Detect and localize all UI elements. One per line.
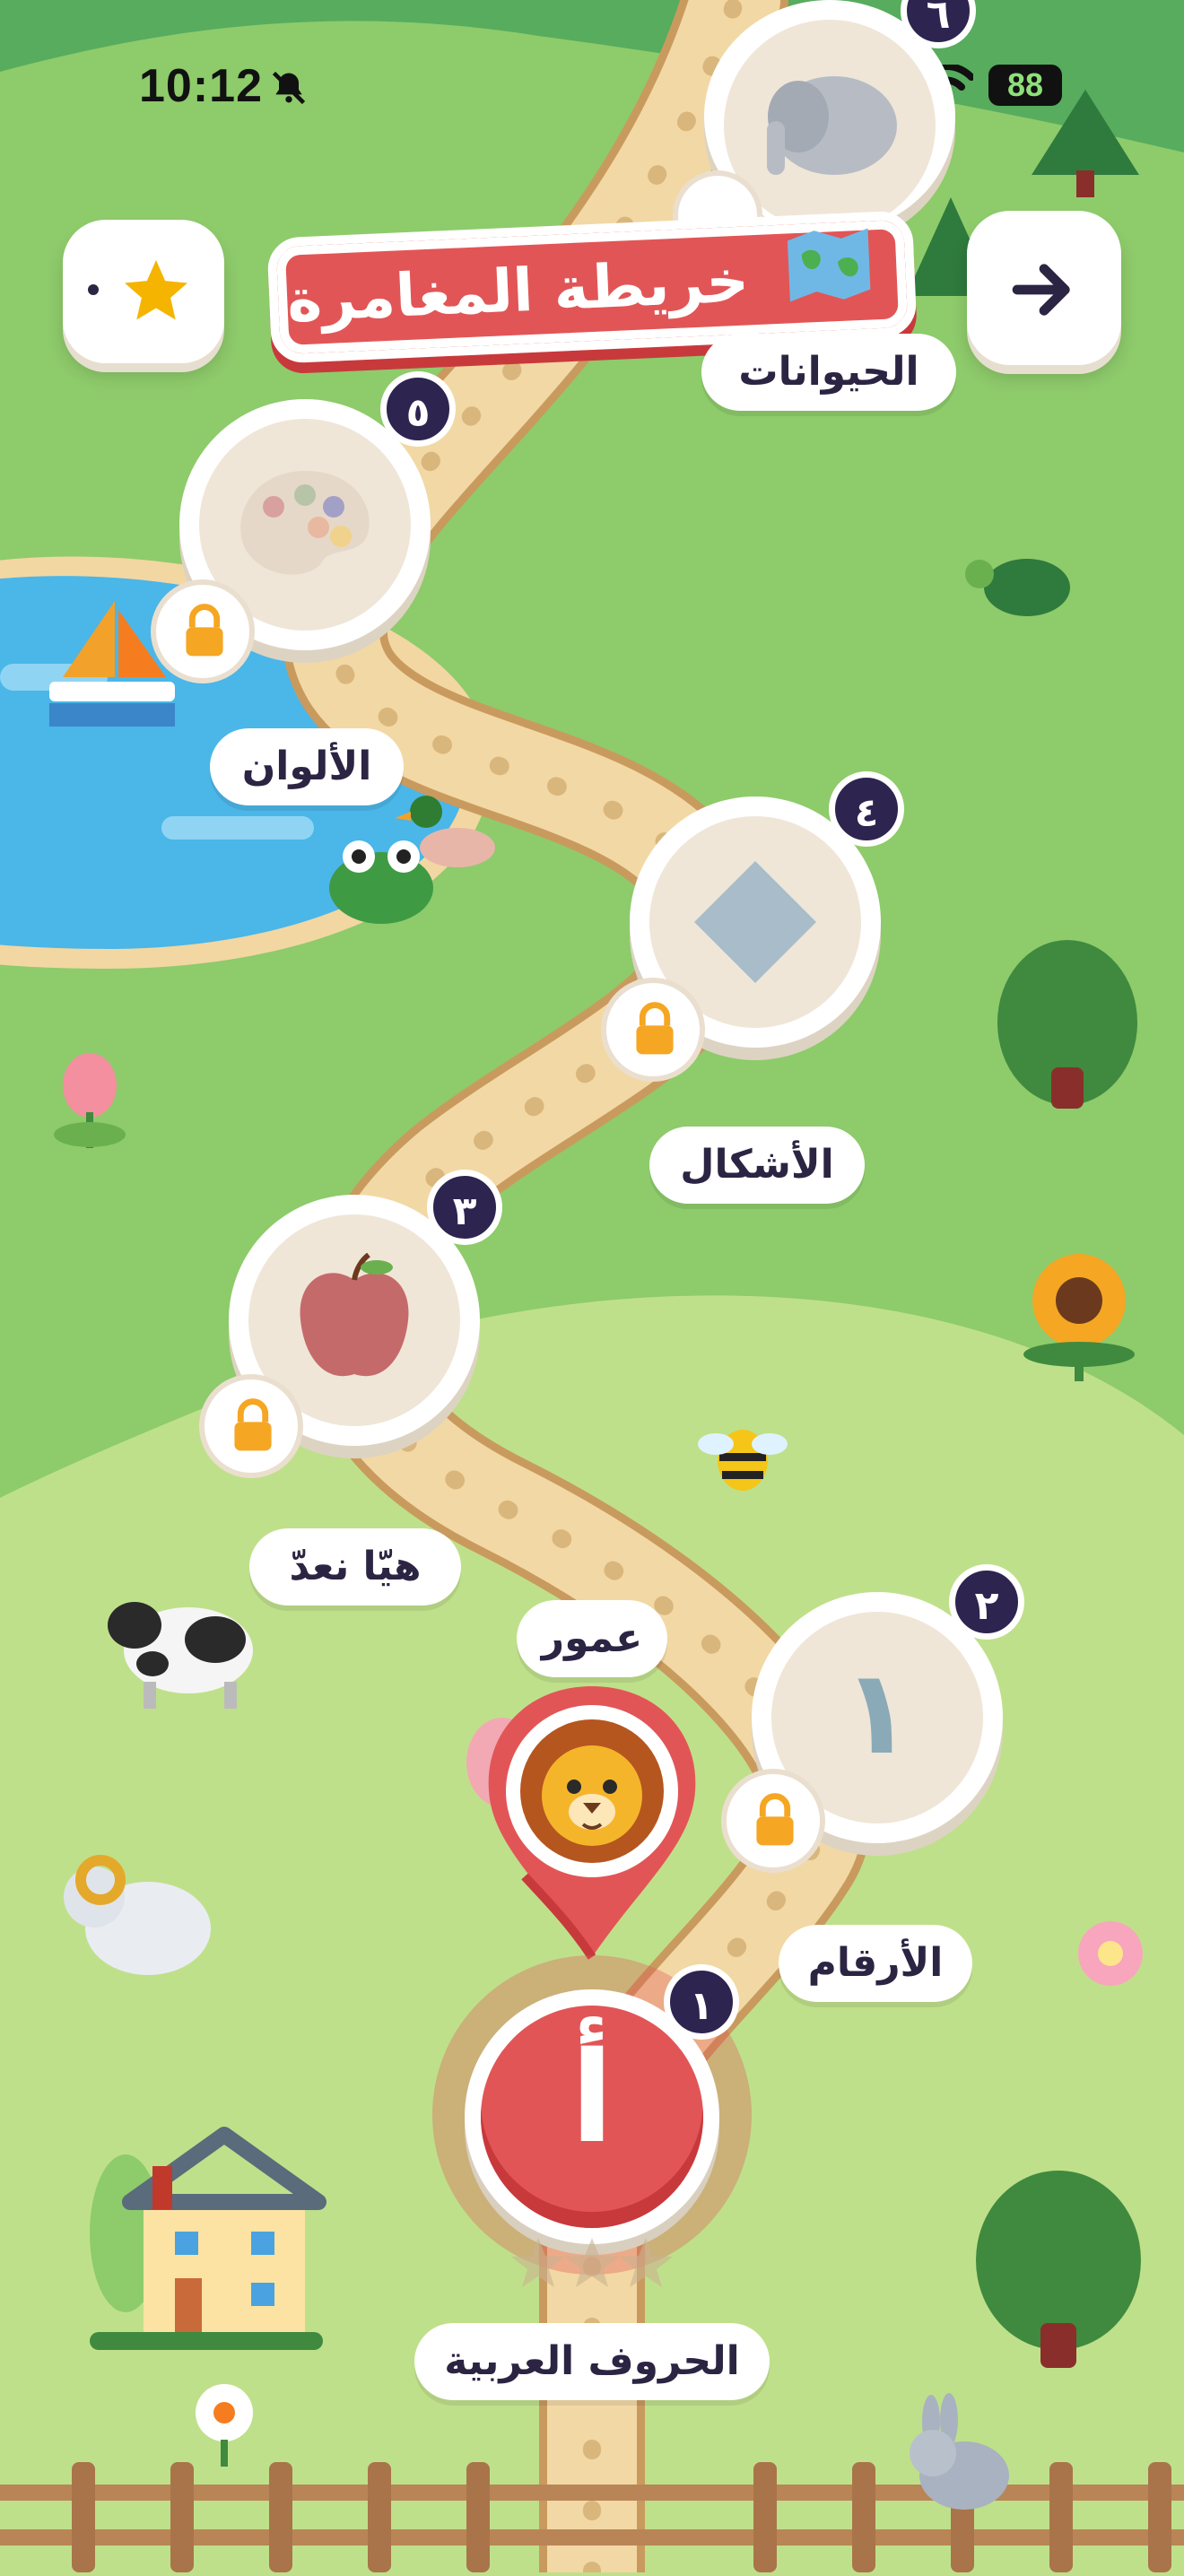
lock-icon xyxy=(234,1398,272,1451)
level-5-badge: ٥ xyxy=(380,371,456,447)
palette-icon xyxy=(240,471,370,575)
bell-slash-icon xyxy=(272,71,306,105)
level-4-lock-badge xyxy=(601,978,705,1082)
page-title: خريطة المغامرة xyxy=(285,246,751,335)
diamond-icon xyxy=(694,861,816,983)
flower-icon xyxy=(1078,1921,1143,1986)
lock-icon xyxy=(186,604,223,657)
apple-icon xyxy=(300,1253,409,1377)
lock-icon xyxy=(636,1002,674,1055)
level-2-lock-badge xyxy=(721,1769,825,1873)
status-bar: 10:12 88 xyxy=(0,56,1184,118)
level-1-badge: ١ xyxy=(664,1964,739,2040)
adventure-map: 10:12 88 ٦ خريطة المغامرة الحيوانات ٥ ال… xyxy=(0,0,1184,2576)
elephant-icon xyxy=(767,76,897,175)
level-5-lock-badge xyxy=(151,579,255,683)
level-2-glyph: ١ xyxy=(841,1644,913,1780)
dot-indicator xyxy=(88,284,99,295)
level-3-label[interactable]: هيّا نعدّ xyxy=(249,1528,461,1606)
level-4-badge: ٤ xyxy=(829,771,904,847)
battery-icon: 88 xyxy=(988,65,1062,106)
arrow-right-icon xyxy=(1012,264,1070,316)
level-4-label[interactable]: الأشكال xyxy=(649,1127,865,1204)
lion-icon xyxy=(520,1719,664,1863)
status-time: 10:12 xyxy=(139,60,263,112)
level-2-badge: ٢ xyxy=(949,1564,1024,1640)
frog-icon xyxy=(329,840,433,924)
level-6-label[interactable]: الحيوانات xyxy=(701,334,956,411)
level-1-label[interactable]: الحروف العربية xyxy=(414,2323,770,2400)
back-button[interactable] xyxy=(967,211,1121,365)
level-2-label[interactable]: الأرقام xyxy=(779,1925,972,2002)
lock-icon xyxy=(756,1793,794,1846)
level-1-glyph: أ xyxy=(570,2025,614,2171)
stars-button[interactable] xyxy=(63,220,224,363)
map-icon xyxy=(787,228,871,302)
player-name: عمور xyxy=(517,1600,667,1677)
level-3-badge: ٣ xyxy=(427,1170,502,1245)
level-5-label[interactable]: الألوان xyxy=(210,728,404,805)
star-rating xyxy=(511,2238,673,2287)
star-icon xyxy=(125,260,187,320)
level-3-lock-badge xyxy=(199,1374,303,1478)
